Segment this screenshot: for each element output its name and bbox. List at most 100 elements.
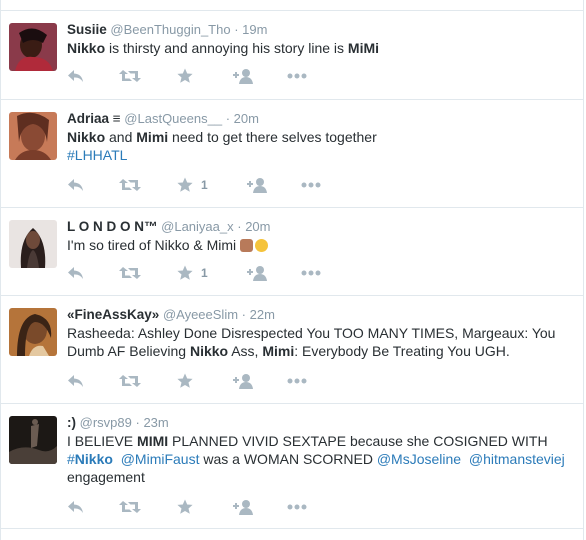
display-name[interactable]: :) [67,415,76,430]
follow-button[interactable] [247,176,267,194]
follow-button[interactable] [233,372,253,390]
favorite-icon [177,68,193,84]
hashtag-text: Nikko [74,451,113,467]
username[interactable]: @BeenThuggin_Tho [110,22,230,37]
tweet-item[interactable]: Susiie @BeenThuggin_Tho · 19m Nikko is t… [1,11,583,100]
favorite-count: 1 [201,178,208,192]
more-icon [287,73,307,79]
tweet-item[interactable]: Adriaa ≡ @LastQueens__ · 20m Nikko and M… [1,100,583,208]
tweet-actions: 1 [67,176,367,194]
bold-keyword: Nikko [189,343,229,359]
timestamp[interactable]: 19m [242,22,267,37]
separator-dot: · [237,219,242,234]
tweet-text: Nikko and Mimi need to get there selves … [67,128,575,164]
follow-icon [233,68,253,84]
tweet-header: :) @rsvp89 · 23m [67,414,575,432]
timestamp[interactable]: 22m [250,307,275,322]
reply-button[interactable] [67,372,85,390]
text-segment: is thirsty and annoying his story line i… [105,40,348,56]
tweet-text: I BELIEVE MIMI PLANNED VIVID SEXTAPE bec… [67,432,575,486]
retweet-button[interactable] [119,67,141,85]
tweet-text: I'm so tired of Nikko & Mimi [67,236,575,254]
bold-keyword: Nikko [67,129,106,145]
timestamp[interactable]: 20m [245,219,270,234]
tweet-item[interactable]: :) @rsvp89 · 23m I BELIEVE MIMI PLANNED … [1,404,583,529]
favorite-button[interactable]: 1 [177,264,208,282]
menu-glyph: ≡ [109,111,121,126]
tweet-item[interactable]: L O N D O N™ @Laniyaa_x · 20m I'm so tir… [1,208,583,296]
display-name[interactable]: Adriaa ≡ [67,111,121,126]
tweet-text: Rasheeda: Ashley Done Disrespected You T… [67,324,575,360]
reply-icon [67,69,85,83]
more-button[interactable] [301,176,321,194]
retweet-button[interactable] [119,498,141,516]
avatar[interactable] [9,112,57,160]
display-name[interactable]: L O N D O N™ [67,219,158,234]
more-button[interactable] [287,498,307,516]
reply-button[interactable] [67,264,85,282]
username[interactable]: @Laniyaa_x [161,219,233,234]
more-button[interactable] [301,264,321,282]
favorite-button[interactable] [177,67,193,85]
text-segment: I'm so tired of Nikko & Mimi [67,237,241,253]
more-icon [301,182,321,188]
favorite-button[interactable] [177,372,193,390]
reply-icon [67,500,85,514]
favorite-icon [177,499,193,515]
tweet-text: Nikko is thirsty and annoying his story … [67,39,575,57]
separator-dot: · [234,22,239,37]
bold-keyword: Nikko [67,40,106,56]
username[interactable]: @LastQueens__ [124,111,222,126]
tweet-header: Adriaa ≡ @LastQueens__ · 20m [67,110,575,128]
avatar[interactable] [9,220,57,268]
reply-button[interactable] [67,67,85,85]
text-segment: engagement [67,469,145,485]
reply-icon [67,178,85,192]
retweet-icon [119,500,141,514]
tweet-actions [67,372,367,390]
text-segment: need to get there selves together [168,129,377,145]
see-no-evil-monkey-icon [240,239,254,252]
display-name[interactable]: «FineAssKay» [67,307,159,322]
more-icon [301,270,321,276]
retweet-icon [119,374,141,388]
favorite-icon [177,265,193,281]
timestamp[interactable]: 23m [143,415,168,430]
username[interactable]: @AyeeeSlim [163,307,238,322]
text-segment: was a WOMAN SCORNED [199,451,377,467]
follow-button[interactable] [233,67,253,85]
follow-button[interactable] [247,264,267,282]
follow-button[interactable] [233,498,253,516]
retweet-button[interactable] [119,372,141,390]
text-segment: and [105,129,137,145]
favorite-count: 1 [201,266,208,280]
hashtag-link[interactable]: #LHHATL [67,147,127,163]
favorite-button[interactable]: 1 [177,176,208,194]
tweet-item[interactable]: «FineAssKay» @AyeeeSlim · 22m Rasheeda: … [1,296,583,404]
reply-button[interactable] [67,176,85,194]
favorite-button[interactable] [177,498,193,516]
reply-button[interactable] [67,498,85,516]
mention-link[interactable]: @hitmansteviej [469,451,565,467]
more-button[interactable] [287,372,307,390]
retweet-button[interactable] [119,264,141,282]
retweet-button[interactable] [119,176,141,194]
more-button[interactable] [287,67,307,85]
separator-dot: · [135,415,140,430]
mention-link[interactable]: @MimiFaust [121,451,200,467]
text-segment: Ass, [228,343,263,359]
retweet-icon [119,69,141,83]
mention-link[interactable]: @MsJoseline [377,451,461,467]
text-segment: : Everybody Be Treating You UGH. [294,343,510,359]
hashtag-link[interactable]: #Nikko [67,451,113,467]
follow-icon [233,373,253,389]
avatar[interactable] [9,23,57,71]
follow-icon [247,265,267,281]
follow-icon [247,177,267,193]
timestamp[interactable]: 20m [234,111,259,126]
username[interactable]: @rsvp89 [80,415,132,430]
avatar[interactable] [9,416,57,464]
display-name-text: Adriaa [67,111,110,126]
display-name[interactable]: Susiie [67,22,107,37]
avatar[interactable] [9,308,57,356]
